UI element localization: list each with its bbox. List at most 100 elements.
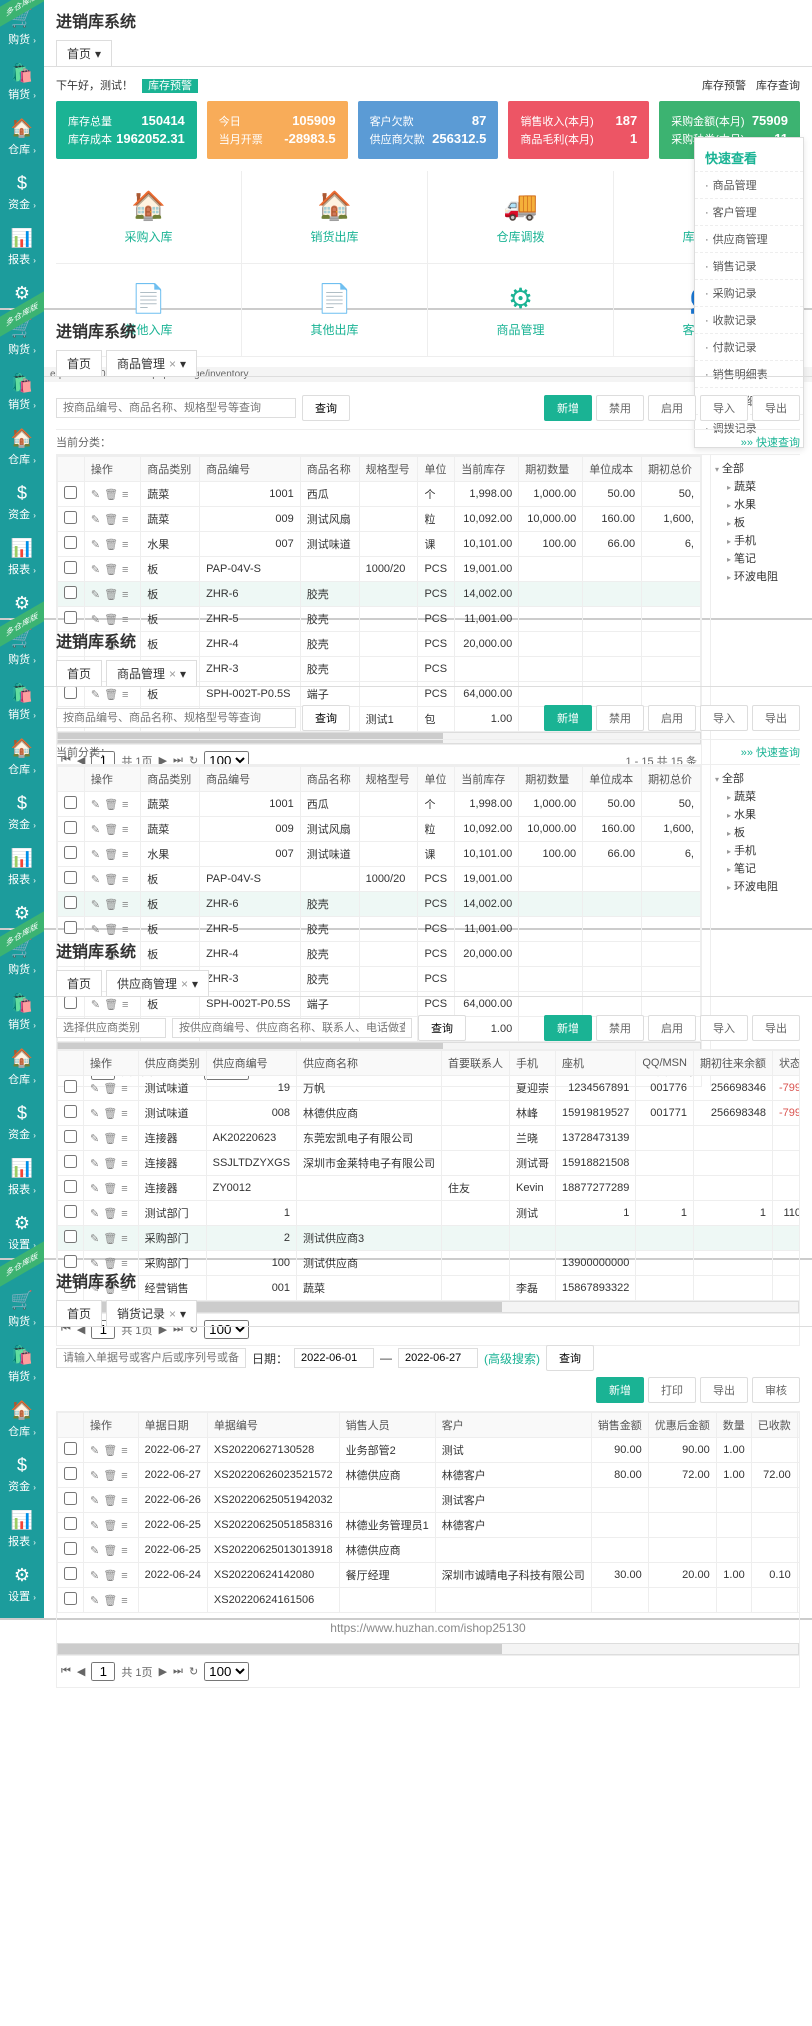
edit-icon[interactable]: ✎ (90, 1233, 99, 1245)
row-checkbox[interactable] (64, 1492, 77, 1505)
edit-icon[interactable]: ✎ (90, 1183, 99, 1195)
delete-icon[interactable]: 🗑 (104, 564, 118, 576)
delete-icon[interactable]: 🗑 (104, 824, 118, 836)
table-row[interactable]: ✎🗑≡连接器ZY0012住友Kevin18877277289已启用 (58, 1176, 801, 1201)
row-checkbox[interactable] (64, 486, 77, 499)
action-button-导出[interactable]: 导出 (700, 1377, 748, 1403)
edit-icon[interactable]: ✎ (91, 799, 100, 811)
table-row[interactable]: ✎🗑≡XS20220624161506未收款 (58, 1588, 801, 1613)
edit-icon[interactable]: ✎ (90, 1595, 99, 1607)
tab-home[interactable]: 首页 (56, 350, 102, 376)
action-button-导入[interactable]: 导入 (700, 1015, 748, 1041)
tree-node[interactable]: 板 (715, 513, 796, 531)
sidebar-item-仓库[interactable]: 🏠仓库 › (0, 1040, 44, 1095)
row-checkbox[interactable] (64, 1517, 77, 1530)
sidebar-item-资金[interactable]: $资金 › (0, 785, 44, 840)
more-icon[interactable]: ≡ (122, 489, 128, 501)
edit-icon[interactable]: ✎ (91, 849, 100, 861)
quick-item[interactable]: 销售记录 (695, 252, 803, 279)
search-input[interactable] (56, 398, 296, 418)
more-icon[interactable]: ≡ (121, 1495, 127, 1507)
search-button[interactable]: 查询 (302, 705, 350, 731)
more-icon[interactable]: ≡ (122, 874, 128, 886)
row-checkbox[interactable] (64, 1567, 77, 1580)
delete-icon[interactable]: 🗑 (104, 514, 118, 526)
tree-node[interactable]: 手机 (715, 841, 796, 859)
table-row[interactable]: ✎🗑≡蔬菜1001西瓜个1,998.001,000.0050.0050, (58, 792, 701, 817)
sidebar-item-销货[interactable]: 🛍️销货 › (0, 1337, 44, 1392)
table-row[interactable]: ✎🗑≡板PAP-04V-S1000/20PCS19,001.00 (58, 557, 701, 582)
date-from-input[interactable] (294, 1348, 374, 1368)
sidebar-item-仓库[interactable]: 🏠仓库 › (0, 730, 44, 785)
edit-icon[interactable]: ✎ (91, 589, 100, 601)
table-row[interactable]: ✎🗑≡连接器AK20220623东莞宏凯电子有限公司兰晓13728473139已… (58, 1126, 801, 1151)
row-checkbox[interactable] (64, 846, 77, 859)
tree-node[interactable]: 笔记 (715, 859, 796, 877)
table-row[interactable]: ✎🗑≡蔬菜009测试风扇粒10,092.0010,000.00160.001,6… (58, 507, 701, 532)
close-icon[interactable]: × (169, 1307, 176, 1321)
more-icon[interactable]: ≡ (121, 1470, 127, 1482)
more-icon[interactable]: ≡ (122, 539, 128, 551)
sidebar-item-销货[interactable]: 🛍️销货 › (0, 365, 44, 420)
row-checkbox[interactable] (64, 1542, 77, 1555)
action-销货出库[interactable]: 🏠销货出库 (242, 171, 428, 264)
delete-icon[interactable]: 🗑 (103, 1445, 117, 1457)
action-button-审核[interactable]: 审核 (752, 1377, 800, 1403)
row-checkbox[interactable] (64, 1080, 77, 1093)
delete-icon[interactable]: 🗑 (103, 1133, 117, 1145)
more-icon[interactable]: ≡ (121, 1158, 127, 1170)
row-checkbox[interactable] (64, 1592, 77, 1605)
row-checkbox[interactable] (64, 1442, 77, 1455)
delete-icon[interactable]: 🗑 (103, 1158, 117, 1170)
sidebar-item-资金[interactable]: $资金 › (0, 475, 44, 530)
tree-node[interactable]: 环波电阻 (715, 877, 796, 895)
delete-icon[interactable]: 🗑 (103, 1083, 117, 1095)
table-row[interactable]: ✎🗑≡水果007测试味道课10,101.00100.0066.006, (58, 532, 701, 557)
close-icon[interactable]: × (169, 667, 176, 681)
search-input[interactable] (56, 708, 296, 728)
action-仓库调拨[interactable]: 🚚仓库调拨 (428, 171, 614, 264)
table-row[interactable]: ✎🗑≡2022-06-27XS20220626023521572林德供应商林德客… (58, 1463, 801, 1488)
delete-icon[interactable]: 🗑 (104, 489, 118, 501)
tree-node[interactable]: 板 (715, 823, 796, 841)
row-checkbox[interactable] (64, 536, 77, 549)
top-link[interactable]: 库存查询 (756, 80, 800, 92)
edit-icon[interactable]: ✎ (91, 874, 100, 886)
delete-icon[interactable]: 🗑 (103, 1545, 117, 1557)
tab-home[interactable]: 首页 (56, 1300, 102, 1326)
row-checkbox[interactable] (64, 796, 77, 809)
delete-icon[interactable]: 🗑 (103, 1520, 117, 1532)
delete-icon[interactable]: 🗑 (103, 1233, 117, 1245)
more-icon[interactable]: ≡ (121, 1445, 127, 1457)
more-icon[interactable]: ≡ (122, 589, 128, 601)
edit-icon[interactable]: ✎ (90, 1470, 99, 1482)
sidebar-item-资金[interactable]: $资金 › (0, 1095, 44, 1150)
table-row[interactable]: ✎🗑≡板PAP-04V-S1000/20PCS19,001.00 (58, 867, 701, 892)
edit-icon[interactable]: ✎ (90, 1158, 99, 1170)
date-to-input[interactable] (398, 1348, 478, 1368)
action-button-启用[interactable]: 启用 (648, 705, 696, 731)
quick-item[interactable]: 商品管理 (695, 171, 803, 198)
tree-node[interactable]: 环波电阻 (715, 567, 796, 585)
edit-icon[interactable]: ✎ (90, 1570, 99, 1582)
more-icon[interactable]: ≡ (121, 1133, 127, 1145)
sidebar-item-仓库[interactable]: 🏠仓库 › (0, 420, 44, 475)
table-row[interactable]: ✎🗑≡水果007测试味道课10,101.00100.0066.006, (58, 842, 701, 867)
action-button-新增[interactable]: 新增 (544, 705, 592, 731)
close-icon[interactable]: × (169, 357, 176, 371)
category-select[interactable] (56, 1018, 166, 1038)
pager-page-input[interactable] (91, 1662, 115, 1681)
tab-product-mgmt[interactable]: 商品管理×▾ (106, 660, 197, 686)
edit-icon[interactable]: ✎ (90, 1133, 99, 1145)
table-row[interactable]: ✎🗑≡测试味道008林德供应商林峰15919819527001771256698… (58, 1101, 801, 1126)
sidebar-item-销货[interactable]: 🛍️销货 › (0, 985, 44, 1040)
search-button[interactable]: 查询 (418, 1015, 466, 1041)
row-checkbox[interactable] (64, 1230, 77, 1243)
edit-icon[interactable]: ✎ (91, 539, 100, 551)
edit-icon[interactable]: ✎ (90, 1495, 99, 1507)
more-icon[interactable]: ≡ (122, 564, 128, 576)
quick-search-link[interactable]: »» 快速查询 (741, 744, 800, 760)
delete-icon[interactable]: 🗑 (104, 899, 118, 911)
action-button-启用[interactable]: 启用 (648, 1015, 696, 1041)
sidebar-item-报表[interactable]: 📊报表 › (0, 1502, 44, 1557)
